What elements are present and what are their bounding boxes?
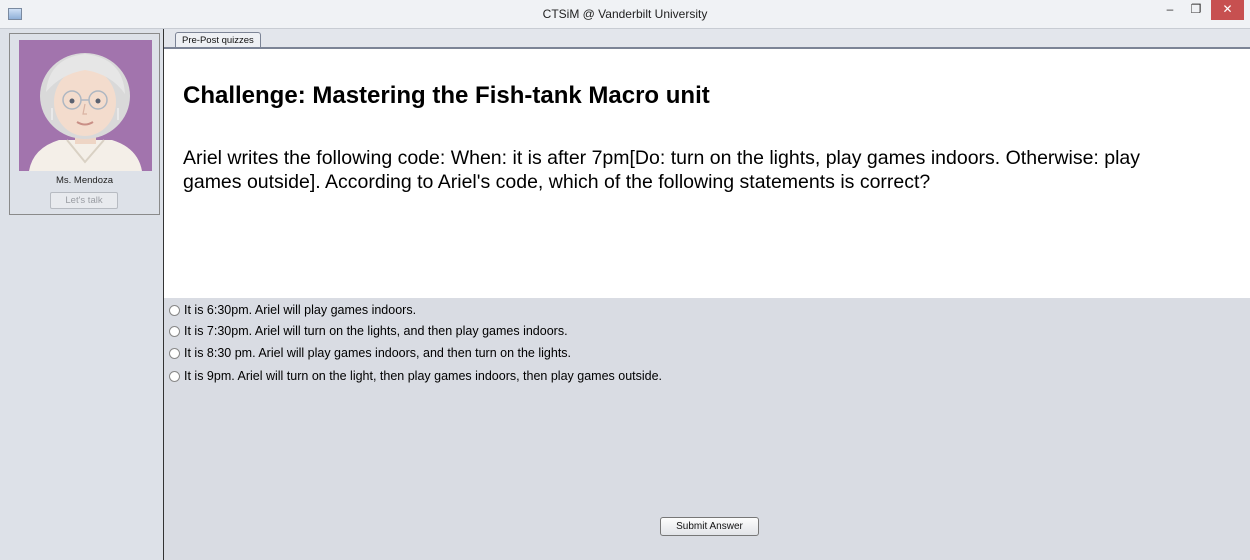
close-button[interactable]: ✕ <box>1211 0 1244 20</box>
answer-option[interactable]: It is 9pm. Ariel will turn on the light,… <box>169 367 662 385</box>
avatar <box>19 40 152 171</box>
submit-answer-button[interactable]: Submit Answer <box>660 517 759 536</box>
teacher-avatar-icon <box>19 40 152 171</box>
answer-label: It is 8:30 pm. Ariel will play games ind… <box>184 346 572 360</box>
question-title: Challenge: Mastering the Fish-tank Macro… <box>183 82 710 109</box>
window-title: CTSiM @ Vanderbilt University <box>542 7 708 21</box>
answers-area: It is 6:30pm. Ariel will play games indo… <box>164 298 1250 560</box>
radio-button[interactable] <box>169 347 180 359</box>
radio-button[interactable] <box>169 325 180 337</box>
minimize-button[interactable]: – <box>1158 0 1182 20</box>
maximize-button[interactable]: ❐ <box>1183 0 1209 20</box>
radio-button[interactable] <box>169 370 180 382</box>
lets-talk-button[interactable]: Let's talk <box>50 192 118 209</box>
agent-panel: Ms. Mendoza Let's talk <box>0 29 164 560</box>
question-area: Challenge: Mastering the Fish-tank Macro… <box>164 49 1250 298</box>
answer-label: It is 6:30pm. Ariel will play games indo… <box>184 303 417 317</box>
agent-card: Ms. Mendoza Let's talk <box>9 33 160 215</box>
answer-option[interactable]: It is 6:30pm. Ariel will play games indo… <box>169 301 416 319</box>
question-text: Ariel writes the following code: When: i… <box>183 147 1141 193</box>
title-bar: CTSiM @ Vanderbilt University – ❐ ✕ <box>0 0 1250 29</box>
answer-label: It is 9pm. Ariel will turn on the light,… <box>184 369 663 383</box>
radio-button[interactable] <box>169 304 180 316</box>
answer-label: It is 7:30pm. Ariel will turn on the lig… <box>184 324 568 338</box>
agent-name: Ms. Mendoza <box>55 175 114 186</box>
answer-option[interactable]: It is 7:30pm. Ariel will turn on the lig… <box>169 322 568 340</box>
answer-option[interactable]: It is 8:30 pm. Ariel will play games ind… <box>169 344 571 362</box>
